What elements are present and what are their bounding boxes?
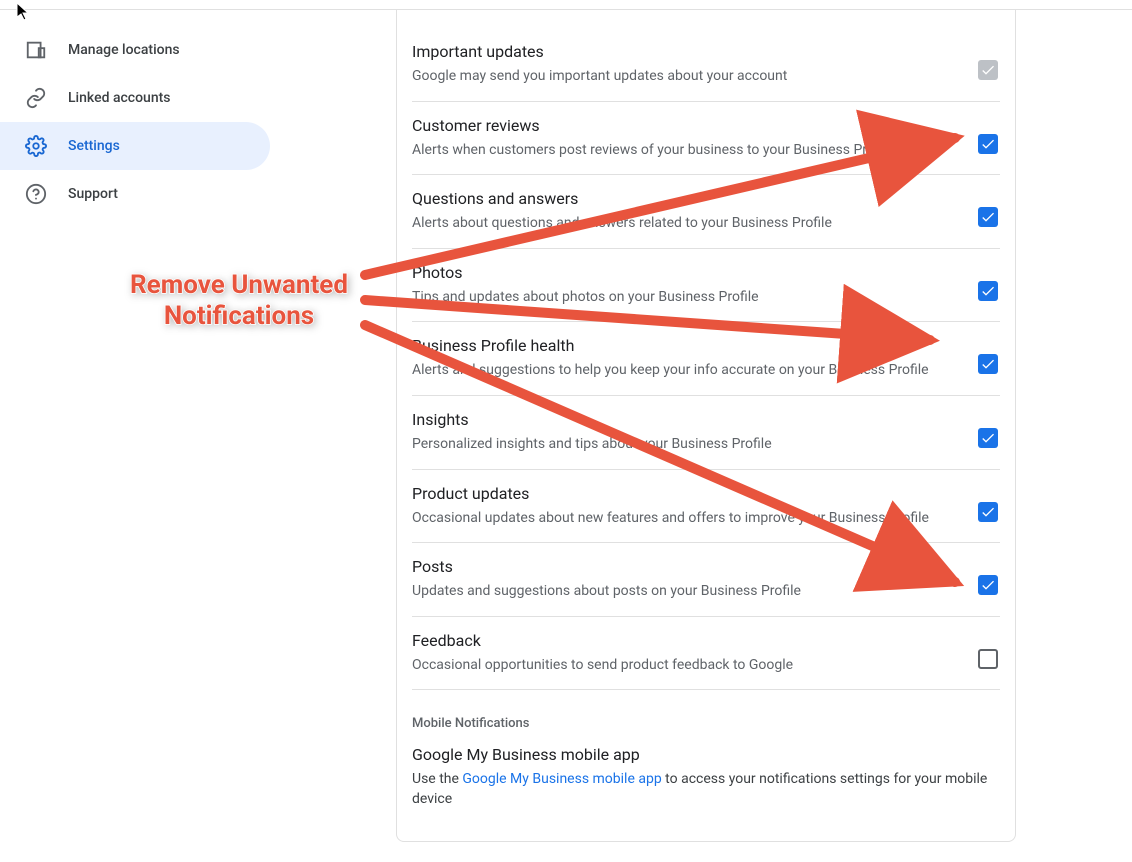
checkbox-insights[interactable] (978, 428, 1000, 450)
sidebar-item-label: Manage locations (68, 42, 180, 58)
setting-title: Photos (412, 263, 958, 282)
checkbox-posts[interactable] (978, 575, 1000, 597)
checkbox-feedback[interactable] (978, 649, 1000, 671)
help-icon (24, 182, 48, 206)
setting-row-insights: Insights Personalized insights and tips … (412, 396, 1000, 470)
setting-row-photos: Photos Tips and updates about photos on … (412, 249, 1000, 323)
setting-title: Business Profile health (412, 336, 958, 355)
setting-desc: Google may send you important updates ab… (412, 67, 958, 87)
setting-desc: Occasional updates about new features an… (412, 509, 958, 529)
setting-desc: Updates and suggestions about posts on y… (412, 582, 958, 602)
setting-row-important-updates: Important updates Google may send you im… (412, 28, 1000, 102)
mobile-app-link[interactable]: Google My Business mobile app (462, 771, 661, 787)
checkbox-profile-health[interactable] (978, 354, 1000, 376)
setting-row-questions-answers: Questions and answers Alerts about quest… (412, 175, 1000, 249)
setting-row-profile-health: Business Profile health Alerts and sugge… (412, 322, 1000, 396)
setting-desc: Tips and updates about photos on your Bu… (412, 288, 958, 308)
locations-icon (24, 38, 48, 62)
checkbox-questions-answers[interactable] (978, 207, 1000, 229)
checkbox-product-updates[interactable] (978, 502, 1000, 524)
mobile-app-desc: Use the Google My Business mobile app to… (412, 770, 1000, 809)
mobile-app-title: Google My Business mobile app (412, 745, 1000, 764)
checkbox-important-updates (978, 60, 1000, 82)
sidebar-item-manage-locations[interactable]: Manage locations (0, 26, 270, 74)
setting-row-posts: Posts Updates and suggestions about post… (412, 543, 1000, 617)
sidebar-item-linked-accounts[interactable]: Linked accounts (0, 74, 270, 122)
sidebar-item-label: Settings (68, 138, 120, 154)
setting-row-feedback: Feedback Occasional opportunities to sen… (412, 617, 1000, 691)
setting-title: Feedback (412, 631, 958, 650)
checkbox-customer-reviews[interactable] (978, 134, 1000, 156)
setting-title: Customer reviews (412, 116, 958, 135)
sidebar-item-settings[interactable]: Settings (0, 122, 270, 170)
setting-title: Questions and answers (412, 189, 958, 208)
settings-panel: Important updates Google may send you im… (396, 10, 1016, 842)
sidebar-item-support[interactable]: Support (0, 170, 270, 218)
setting-title: Important updates (412, 42, 958, 61)
sidebar-item-label: Linked accounts (68, 90, 171, 106)
setting-title: Product updates (412, 484, 958, 503)
setting-desc: Alerts and suggestions to help you keep … (412, 361, 958, 381)
gear-icon (24, 134, 48, 158)
setting-desc: Occasional opportunities to send product… (412, 656, 958, 676)
setting-title: Posts (412, 557, 958, 576)
sidebar-item-label: Support (68, 186, 118, 202)
mobile-section-header: Mobile Notifications (412, 716, 1000, 731)
checkbox-photos[interactable] (978, 281, 1000, 303)
sidebar: Manage locations Linked accounts Setting… (0, 10, 280, 862)
setting-title: Insights (412, 410, 958, 429)
setting-row-product-updates: Product updates Occasional updates about… (412, 470, 1000, 544)
setting-desc: Alerts about questions and answers relat… (412, 214, 958, 234)
setting-desc: Alerts when customers post reviews of yo… (412, 141, 958, 161)
setting-desc: Personalized insights and tips about you… (412, 435, 958, 455)
link-icon (24, 86, 48, 110)
setting-row-customer-reviews: Customer reviews Alerts when customers p… (412, 102, 1000, 176)
